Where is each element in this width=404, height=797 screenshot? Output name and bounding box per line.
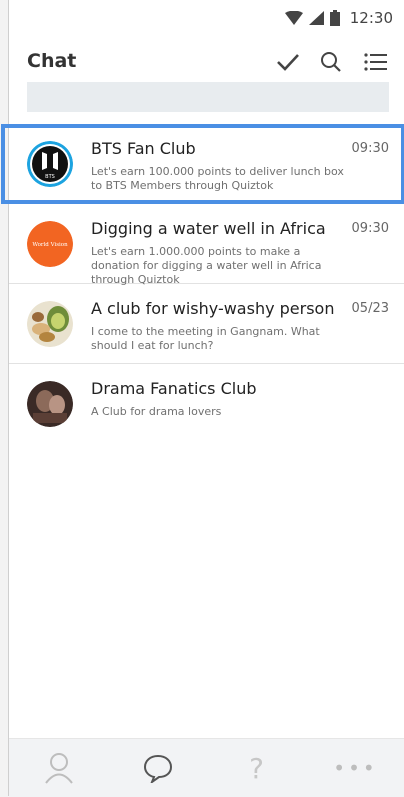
avatar-text: BTS bbox=[45, 174, 55, 180]
more-icon: ••• bbox=[333, 756, 378, 780]
tab-more[interactable]: ••• bbox=[306, 739, 404, 797]
avatar-text: World Vision bbox=[32, 242, 68, 248]
chat-time: 09:30 bbox=[351, 141, 389, 156]
chat-time: 05/23 bbox=[351, 301, 389, 316]
chat-description: Let's earn 1.000.000 points to make a do… bbox=[91, 245, 322, 286]
chat-item-water-well[interactable]: World Vision Digging a water well in Afr… bbox=[9, 204, 404, 286]
chat-list: BTS BTS Fan Club 09:30 Let's earn 100.00… bbox=[1, 124, 404, 444]
tab-profile[interactable] bbox=[9, 739, 108, 797]
chat-description: A Club for drama lovers bbox=[91, 405, 222, 418]
chat-item-drama-fanatics[interactable]: Drama Fanatics Club A Club for drama lov… bbox=[9, 364, 404, 444]
status-bar: 12:30 bbox=[9, 0, 404, 36]
phone-screen: 12:30 Chat BTS BTS Fan Club 09:30 Let's … bbox=[1, 0, 404, 797]
page-title: Chat bbox=[27, 50, 77, 72]
menu-button[interactable] bbox=[362, 48, 390, 76]
tab-help[interactable]: ? bbox=[207, 739, 306, 797]
avatar bbox=[27, 301, 73, 347]
chat-time: 09:30 bbox=[351, 221, 389, 236]
person-icon bbox=[44, 753, 73, 784]
chat-item-wishy-washy[interactable]: A club for wishy-washy person 05/23 I co… bbox=[9, 284, 404, 364]
avatar: BTS bbox=[27, 141, 73, 187]
chat-title: Digging a water well in Africa bbox=[91, 219, 326, 238]
chat-bubble-icon bbox=[143, 754, 172, 783]
chat-title: A club for wishy-washy person bbox=[91, 299, 335, 318]
check-icon bbox=[277, 54, 299, 71]
chat-title: BTS Fan Club bbox=[91, 139, 196, 158]
menu-list-icon bbox=[364, 53, 387, 71]
status-time: 12:30 bbox=[349, 9, 393, 27]
search-button[interactable] bbox=[317, 48, 345, 76]
avatar bbox=[27, 381, 73, 427]
chat-item-bts-fan-club[interactable]: BTS BTS Fan Club 09:30 Let's earn 100.00… bbox=[1, 124, 404, 204]
chat-title: Drama Fanatics Club bbox=[91, 379, 257, 398]
avatar: World Vision bbox=[27, 221, 73, 267]
bottom-tab-bar: ? ••• bbox=[9, 738, 404, 797]
battery-icon bbox=[329, 10, 340, 26]
signal-icon bbox=[308, 11, 324, 25]
chat-description: I come to the meeting in Gangnam. What s… bbox=[91, 325, 320, 352]
check-button[interactable] bbox=[274, 48, 302, 76]
tab-chat[interactable] bbox=[108, 739, 207, 797]
help-icon: ? bbox=[249, 751, 264, 785]
search-icon bbox=[321, 52, 341, 72]
chat-description: Let's earn 100.000 points to deliver lun… bbox=[91, 165, 344, 192]
wifi-icon bbox=[284, 11, 303, 25]
app-header: Chat bbox=[9, 36, 404, 84]
search-input[interactable] bbox=[27, 82, 389, 112]
